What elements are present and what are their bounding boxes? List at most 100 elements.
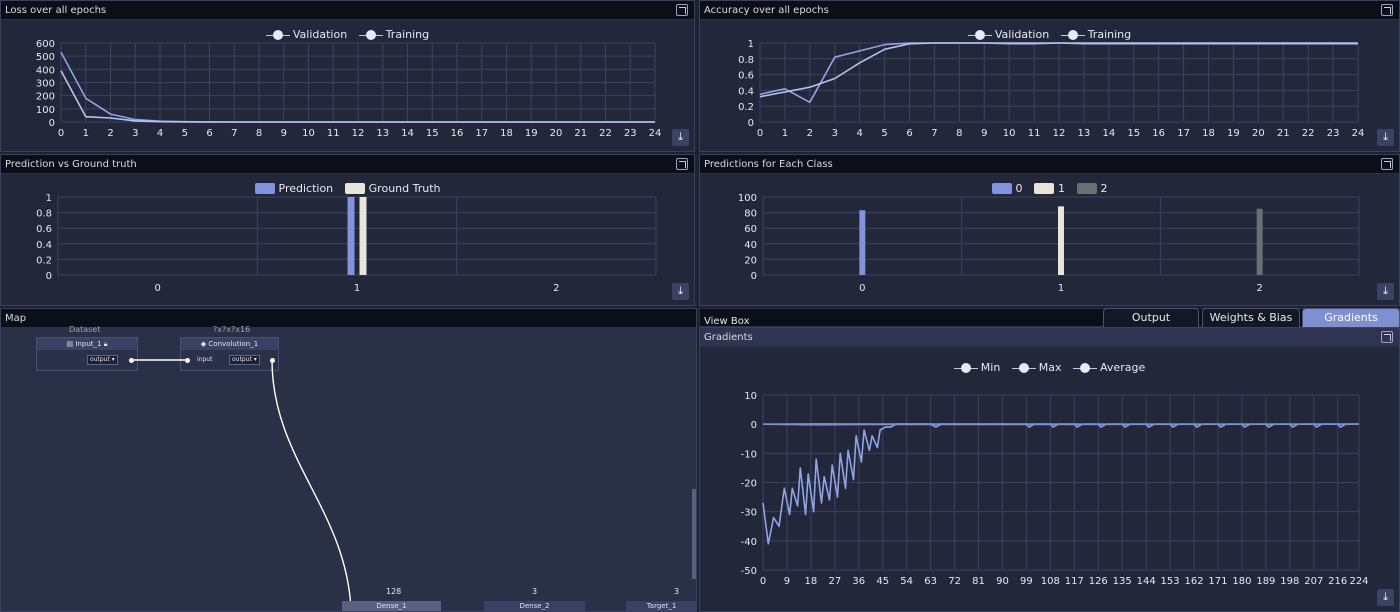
x-tick-label: 11 [327, 128, 340, 139]
tab-gradients[interactable]: Gradients [1302, 308, 1400, 327]
class-predictions-chart: 0 20 40 60 80 100 0 1 2 [738, 193, 1360, 294]
download-icon[interactable]: ⤓ [1377, 589, 1394, 606]
x-tick-label: 108 [1041, 576, 1060, 587]
x-tick-label: 17 [1177, 128, 1190, 139]
x-tick-label: 144 [1137, 576, 1156, 587]
loss-chart: 01002003004005006000 1 2 3 4 5 6 7 8 9 10 11 12 13 14 1… [36, 39, 661, 139]
y-tick-label: 0.2 [738, 102, 754, 113]
dense1-node[interactable]: Dense_1 [342, 601, 441, 611]
tab-weights-bias[interactable]: Weights & Bias [1202, 308, 1300, 327]
x-tick-label: 9 [784, 576, 790, 587]
x-tick-label: 54 [900, 576, 913, 587]
x-tick-label: 1 [782, 128, 788, 139]
download-icon[interactable]: ⤓ [672, 129, 689, 146]
y-tick-label: 0 [46, 271, 52, 282]
y-tick-label: 1 [748, 39, 754, 50]
x-tick-label: 16 [1152, 128, 1165, 139]
x-tick-label: 3 [132, 128, 138, 139]
y-tick-label: 0.4 [36, 240, 52, 251]
y-tick-label: 0 [748, 118, 754, 129]
download-icon[interactable]: ⤓ [1377, 283, 1394, 300]
x-tick-label: 24 [1352, 128, 1365, 139]
prediction-vs-ground-truth-panel: Prediction vs Ground truth Prediction Gr… [0, 154, 695, 306]
x-tick-label: 10 [302, 128, 315, 139]
x-tick-label: 8 [256, 128, 262, 139]
predictions-per-class-panel: Predictions for Each Class 0 1 2 0 20 40 60… [699, 154, 1400, 306]
series-line [762, 423, 1359, 545]
x-tick-label: 45 [876, 576, 889, 587]
x-tick-label: 180 [1232, 576, 1251, 587]
x-tick-label: 20 [550, 128, 563, 139]
dense1-units: 128 [386, 587, 402, 596]
x-tick-label: 224 [1349, 576, 1368, 587]
x-tick-label: 12 [1053, 128, 1066, 139]
viewbox-title: View Box [704, 316, 750, 327]
x-tick-label: 99 [1020, 576, 1033, 587]
y-tick-label: 300 [36, 79, 55, 90]
dense2-units: 3 [532, 587, 538, 596]
dense2-node[interactable]: Dense_2 [484, 601, 585, 611]
download-icon[interactable]: ⤓ [1377, 129, 1394, 146]
download-icon[interactable]: ⤓ [672, 283, 689, 300]
x-tick-label: 8 [956, 128, 962, 139]
x-tick-label: 15 [1127, 128, 1140, 139]
x-tick-label: 13 [1078, 128, 1091, 139]
y-tick-label: 600 [36, 39, 55, 50]
x-tick-label: 16 [451, 128, 464, 139]
map-scrollbar[interactable] [692, 489, 696, 579]
y-tick-label: 10 [744, 391, 757, 402]
x-tick-label: 23 [1327, 128, 1340, 139]
y-tick-label: 0.6 [738, 71, 754, 82]
x-tick-label: 22 [1302, 128, 1315, 139]
y-tick-label: -20 [741, 479, 757, 490]
x-tick-label: 12 [352, 128, 365, 139]
x-tick-label: 216 [1328, 576, 1347, 587]
x-tick-label: 198 [1280, 576, 1299, 587]
x-tick-label: 19 [525, 128, 538, 139]
y-tick-label: 0.8 [36, 209, 52, 220]
target-node[interactable]: Target_1 [626, 601, 696, 611]
y-tick-label: -40 [741, 537, 757, 548]
x-tick-label: 207 [1304, 576, 1323, 587]
x-tick-label: 2 [553, 283, 559, 294]
x-tick-label: 22 [599, 128, 612, 139]
x-tick-label: 3 [832, 128, 838, 139]
x-tick-label: 90 [996, 576, 1009, 587]
y-tick-label: 0.4 [738, 86, 754, 97]
y-tick-label: -50 [741, 566, 757, 577]
x-tick-label: 21 [574, 128, 587, 139]
x-tick-label: 15 [426, 128, 439, 139]
y-tick-label: 0.2 [36, 255, 52, 266]
x-tick-label: 1 [1058, 283, 1064, 294]
accuracy-chart: 00.20.40.60.810 1 2 3 4 5 6 7 8 9 10 11 12 13 14 15 16 17… [738, 39, 1365, 139]
y-tick-label: 80 [744, 209, 757, 220]
x-tick-label: 135 [1113, 576, 1132, 587]
tab-output[interactable]: Output [1103, 308, 1199, 327]
x-tick-label: 7 [231, 128, 237, 139]
x-tick-label: 27 [828, 576, 841, 587]
x-tick-label: 6 [906, 128, 912, 139]
x-tick-label: 1 [354, 283, 360, 294]
x-tick-label: 19 [1227, 128, 1240, 139]
x-tick-label: 9 [281, 128, 287, 139]
x-tick-label: 153 [1161, 576, 1180, 587]
y-tick-label: 0 [751, 271, 757, 282]
y-tick-label: 200 [36, 92, 55, 103]
series-line [762, 423, 1360, 426]
y-tick-label: 20 [744, 255, 757, 266]
gradients-panel: Gradients Min Max Average -50 -40 -30 -20 -1… [699, 327, 1400, 612]
bar [1256, 208, 1263, 275]
bar [359, 197, 367, 275]
x-tick-label: 13 [376, 128, 389, 139]
x-tick-label: 162 [1184, 576, 1203, 587]
x-tick-label: 5 [881, 128, 887, 139]
x-tick-label: 189 [1256, 576, 1275, 587]
x-tick-label: 10 [1003, 128, 1016, 139]
x-tick-label: 0 [58, 128, 64, 139]
x-tick-label: 14 [401, 128, 414, 139]
x-tick-label: 0 [859, 283, 865, 294]
x-tick-label: 4 [157, 128, 163, 139]
x-tick-label: 14 [1102, 128, 1115, 139]
y-tick-label: -10 [741, 449, 757, 460]
y-tick-label: 0 [49, 118, 55, 129]
